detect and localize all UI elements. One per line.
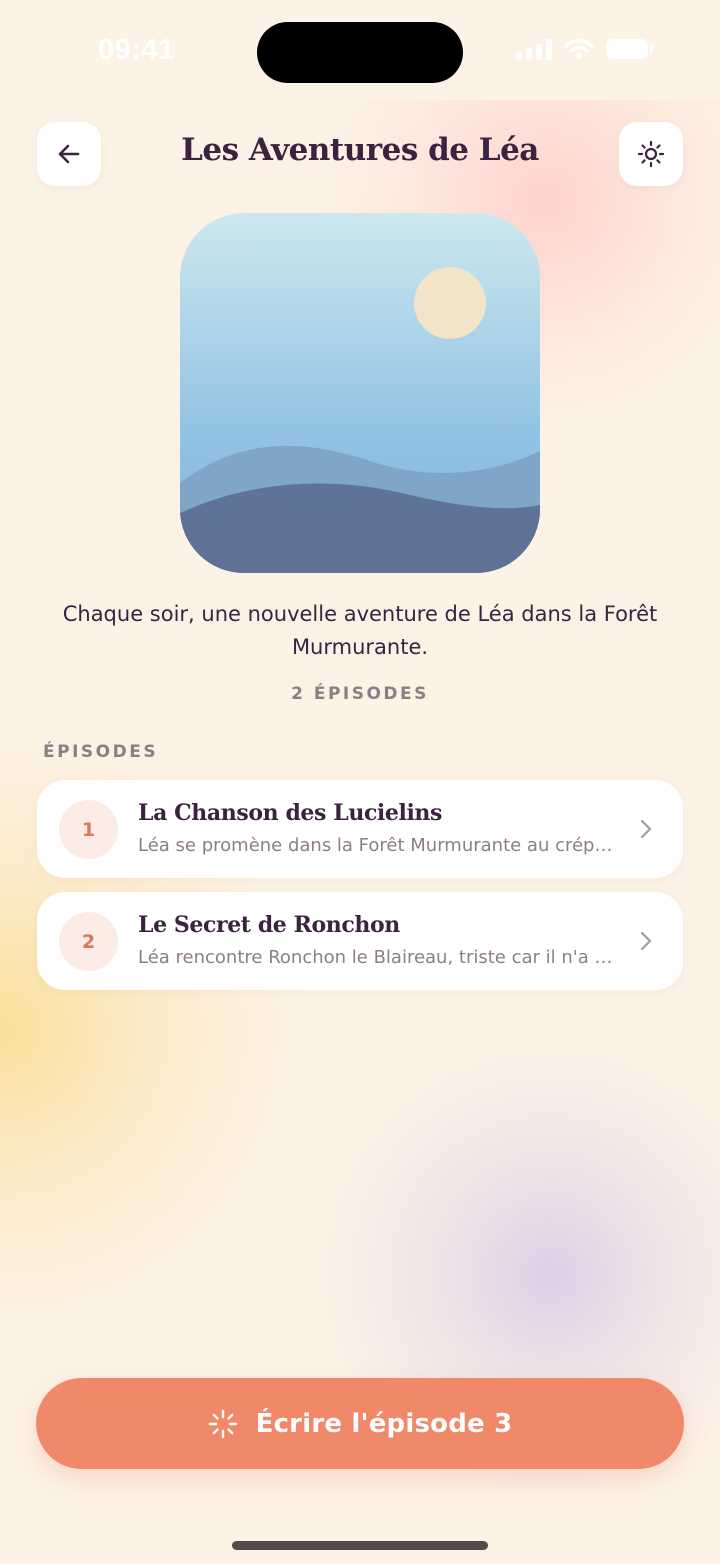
series-cover-image [180, 213, 540, 573]
chevron-right-icon [640, 819, 652, 839]
home-indicator[interactable] [232, 1541, 488, 1550]
arrow-left-icon [58, 144, 80, 164]
episode-title: La Chanson des Lucielins [138, 800, 442, 826]
episode-list: 1 La Chanson des Lucielins Léa se promèn… [37, 780, 683, 1004]
signal-icon [516, 38, 552, 60]
write-episode-label: Écrire l'épisode 3 [255, 1408, 513, 1439]
page-title: Les Aventures de Léa [181, 132, 539, 168]
episode-number-badge: 1 [59, 800, 118, 859]
episode-title: Le Secret de Ronchon [138, 912, 400, 938]
chevron-right-icon [640, 931, 652, 951]
episode-row[interactable]: 2 Le Secret de Ronchon Léa rencontre Ron… [37, 892, 683, 990]
status-bar: 09:41 [0, 0, 720, 100]
dynamic-island [257, 22, 463, 83]
series-description: Chaque soir, une nouvelle aventure de Lé… [62, 602, 658, 659]
episodes-section-label: ÉPISODES [43, 742, 159, 762]
wifi-icon [564, 38, 594, 59]
write-episode-button[interactable]: Écrire l'épisode 3 [36, 1378, 684, 1469]
episode-summary: Léa se promène dans la Forêt Murmurante … [138, 835, 618, 856]
battery-icon [606, 39, 653, 59]
moon-shape [414, 267, 486, 339]
status-time: 09:41 [98, 34, 175, 66]
episode-row[interactable]: 1 La Chanson des Lucielins Léa se promèn… [37, 780, 683, 878]
theme-toggle-button[interactable] [619, 122, 683, 186]
episode-count: 2 ÉPISODES [291, 684, 429, 704]
back-button[interactable] [37, 122, 101, 186]
sparkle-icon [208, 1409, 237, 1438]
status-icons [516, 38, 653, 60]
episode-number-badge: 2 [59, 912, 118, 971]
episode-summary: Léa rencontre Ronchon le Blaireau, trist… [138, 947, 618, 968]
sun-icon [637, 140, 665, 168]
